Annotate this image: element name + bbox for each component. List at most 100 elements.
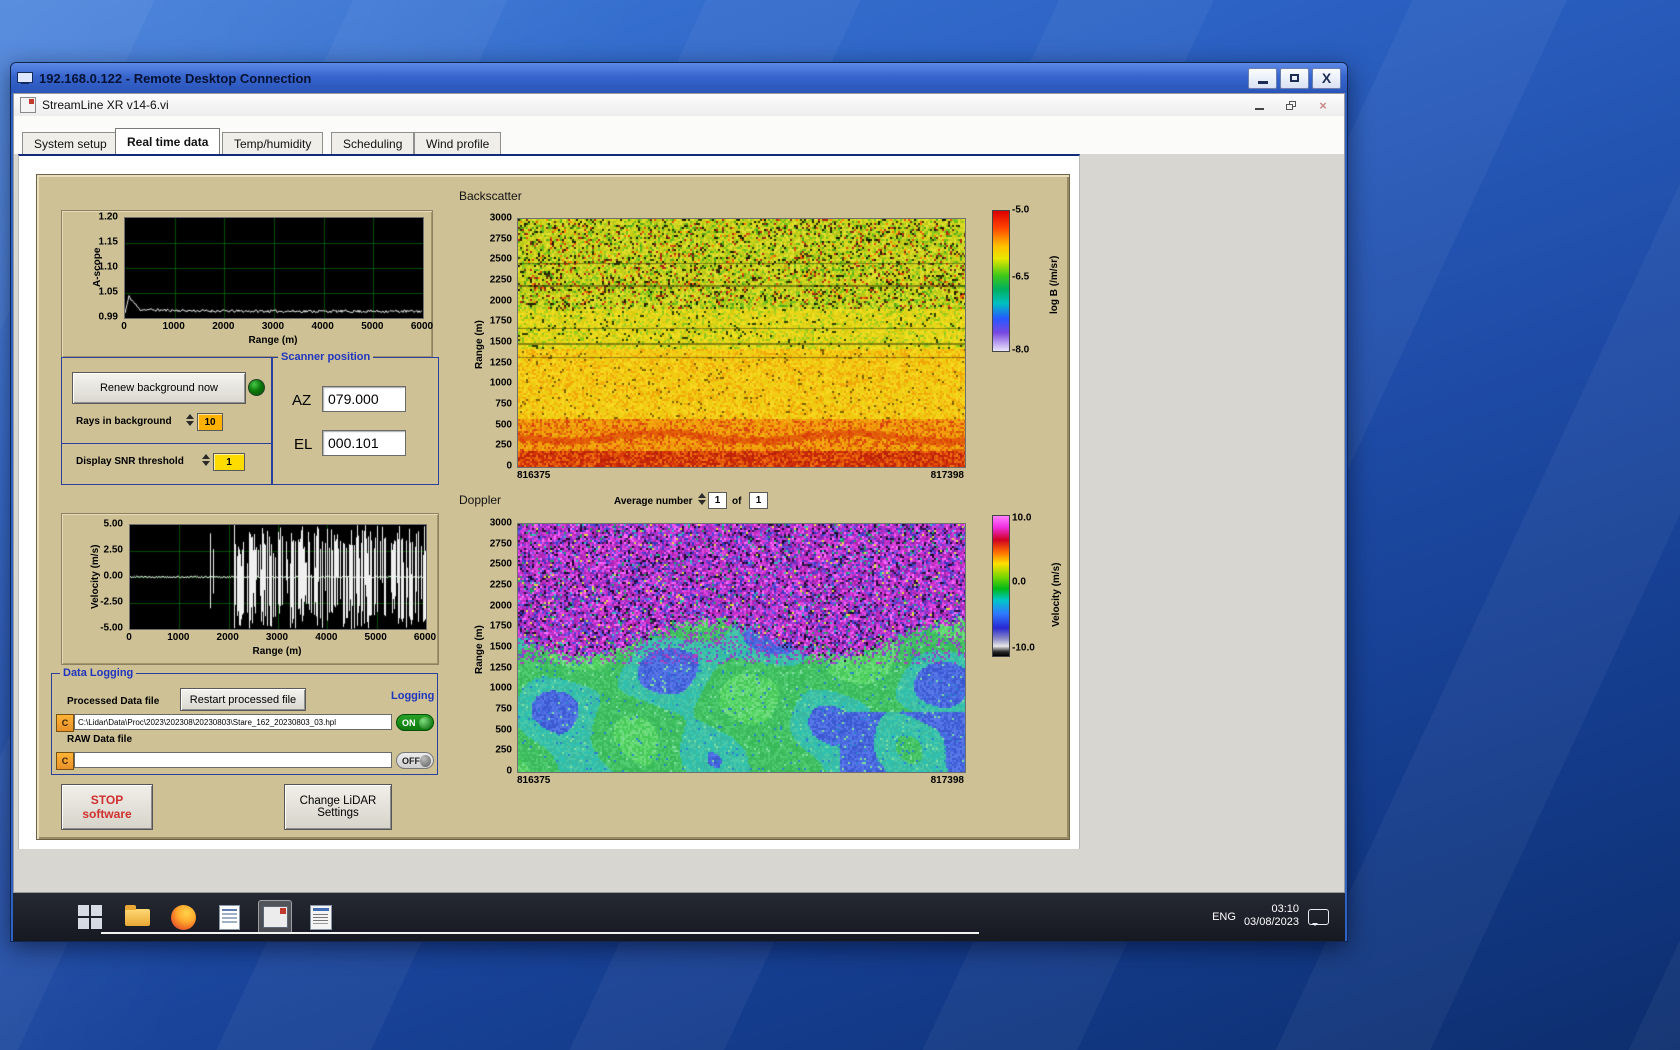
- tick-label: 1500: [489, 336, 512, 348]
- tick-label: 2750: [489, 233, 512, 245]
- raw-data-file-label: RAW Data file: [67, 734, 133, 745]
- tick-label: 1250: [489, 357, 512, 369]
- tick-label: 2250: [489, 274, 512, 286]
- backscatter-colorbar-labels: -5.0 -6.5 -8.0: [1012, 205, 1046, 356]
- el-value-field[interactable]: 000.101: [322, 430, 406, 456]
- tick-label: 2500: [489, 253, 512, 265]
- backscatter-colorbar: [992, 210, 1010, 352]
- tick-label: 1000: [489, 682, 512, 694]
- processed-path-drive-button[interactable]: C: [56, 714, 74, 732]
- tick-label: 2500: [489, 558, 512, 570]
- taskbar-document-app[interactable]: [212, 900, 246, 934]
- average-total-field[interactable]: 1: [749, 492, 768, 509]
- doppler-heatmap-canvas: [517, 523, 966, 773]
- rays-spinner[interactable]: [184, 412, 195, 428]
- tick-label: 2000: [212, 321, 235, 332]
- raw-path-drive-button[interactable]: C: [56, 752, 74, 770]
- language-indicator[interactable]: ENG: [1209, 900, 1239, 934]
- app-restore-button[interactable]: [1276, 96, 1306, 114]
- rdp-window-title: 192.168.0.122 - Remote Desktop Connectio…: [39, 70, 312, 86]
- velocity-chart: Velocity (m/s) 5.00 2.50 0.00 -2.50 -5.00 01…: [61, 513, 439, 665]
- tick-label: 0.99: [98, 311, 118, 323]
- snr-spinner[interactable]: [200, 452, 211, 468]
- doppler-x-end: 817398: [930, 775, 964, 786]
- average-number-field[interactable]: 1: [708, 492, 727, 509]
- tab-scheduling[interactable]: Scheduling: [331, 132, 415, 154]
- processed-logging-toggle[interactable]: ON: [396, 714, 434, 731]
- snr-value-field[interactable]: 1: [213, 453, 245, 471]
- doppler-title: Doppler: [459, 493, 502, 507]
- restart-processed-file-button[interactable]: Restart processed file: [180, 688, 306, 711]
- minimize-icon: [1254, 108, 1264, 110]
- tab-real-time-data[interactable]: Real time data: [115, 128, 221, 154]
- taskbar-streamline-app[interactable]: [258, 900, 292, 934]
- data-logging-title: Data Logging: [60, 667, 137, 679]
- change-lidar-settings-button[interactable]: Change LiDAR Settings: [284, 784, 392, 830]
- notifications-icon[interactable]: [1308, 909, 1329, 926]
- doppler-colorbar: [992, 515, 1010, 657]
- toggle-on-label: ON: [402, 717, 416, 728]
- tick-label: 1.15: [98, 236, 118, 248]
- backscatter-x-start: 816375: [517, 470, 551, 481]
- tick-label: 3000: [489, 212, 512, 224]
- ascope-chart: A-scope 1.20 1.15 1.10 1.05 0.99 0 1000 2000 30…: [61, 210, 433, 358]
- rdp-window: 192.168.0.122 - Remote Desktop Connectio…: [10, 62, 1348, 942]
- raw-logging-toggle[interactable]: OFF: [396, 752, 434, 769]
- app-titlebar[interactable]: StreamLine XR v14-6.vi ×: [14, 94, 1344, 117]
- processed-path-field[interactable]: C:\Lidar\Data\Proc\2023\202308\20230803\…: [74, 714, 392, 730]
- remote-taskbar: ENG 03:10 03/08/2023: [13, 893, 1345, 941]
- rdp-titlebar[interactable]: 192.168.0.122 - Remote Desktop Connectio…: [11, 63, 1347, 93]
- tick-label: 2000: [489, 600, 512, 612]
- average-number-label: Average number: [614, 496, 693, 507]
- tick-label: 500: [495, 724, 512, 736]
- of-label: of: [732, 496, 742, 507]
- app-window-title: StreamLine XR v14-6.vi: [42, 98, 169, 112]
- doppler-colorbar-axis-label: Velocity (m/s): [1051, 562, 1062, 628]
- tick-label: 3000: [265, 632, 289, 643]
- stop-software-button[interactable]: STOP software: [61, 784, 153, 830]
- front-panel: A-scope 1.20 1.15 1.10 1.05 0.99 0 1000 2000 30…: [36, 174, 1070, 840]
- app-window: StreamLine XR v14-6.vi × System setup Re…: [13, 93, 1345, 893]
- rdp-maximize-button[interactable]: [1280, 67, 1309, 89]
- velocity-plot-canvas: [129, 524, 427, 630]
- data-logging-box: Data Logging Processed Data file Restart…: [51, 667, 438, 775]
- tick-label: 5000: [361, 321, 384, 332]
- average-number-spinner[interactable]: [696, 491, 707, 507]
- tick-label: 2.50: [103, 544, 123, 556]
- taskbar-firefox[interactable]: [166, 900, 200, 934]
- tick-label: 4000: [315, 632, 338, 643]
- tab-system-setup[interactable]: System setup: [22, 132, 119, 154]
- taskbar-file-explorer[interactable]: [120, 900, 154, 934]
- tick-label: 4000: [311, 321, 334, 332]
- rdp-close-button[interactable]: X: [1312, 67, 1341, 89]
- scanner-position-title: Scanner position: [278, 351, 374, 363]
- taskbar-scan-scheduler[interactable]: [304, 900, 338, 934]
- velocity-y-ticks: 5.00 2.50 0.00 -2.50 -5.00: [62, 519, 126, 634]
- snr-threshold-label: Display SNR threshold: [76, 456, 184, 467]
- renew-background-button[interactable]: Renew background now: [72, 372, 246, 404]
- tick-label: 500: [495, 419, 512, 431]
- az-value-field[interactable]: 079.000: [322, 386, 406, 412]
- rays-in-background-label: Rays in background: [76, 416, 172, 427]
- tick-label: 1.20: [98, 211, 118, 223]
- app-close-button[interactable]: ×: [1308, 96, 1338, 114]
- labview-app-icon: [262, 906, 288, 928]
- start-button[interactable]: [73, 900, 107, 934]
- rdp-minimize-button[interactable]: [1248, 67, 1277, 89]
- language-label: ENG: [1212, 911, 1236, 923]
- tab-wind-profile[interactable]: Wind profile: [414, 132, 502, 154]
- tick-label: 1500: [489, 641, 512, 653]
- app-minimize-button[interactable]: [1244, 96, 1274, 114]
- rays-value-field[interactable]: 10: [197, 413, 223, 431]
- raw-path-field[interactable]: [74, 752, 392, 768]
- scan-scheduler-icon: [310, 904, 332, 930]
- ascope-y-ticks: 1.20 1.15 1.10 1.05 0.99: [62, 212, 121, 323]
- colorbar-max-label: -5.0: [1012, 204, 1030, 216]
- labview-vi-icon: [20, 97, 36, 113]
- taskbar-underline: [101, 932, 979, 934]
- tab-temp-humidity[interactable]: Temp/humidity: [222, 132, 324, 154]
- tick-label: 750: [495, 398, 512, 410]
- taskbar-clock[interactable]: 03:10 03/08/2023: [1244, 903, 1299, 929]
- maximize-icon: [1290, 74, 1299, 82]
- tick-label: 1750: [489, 620, 512, 632]
